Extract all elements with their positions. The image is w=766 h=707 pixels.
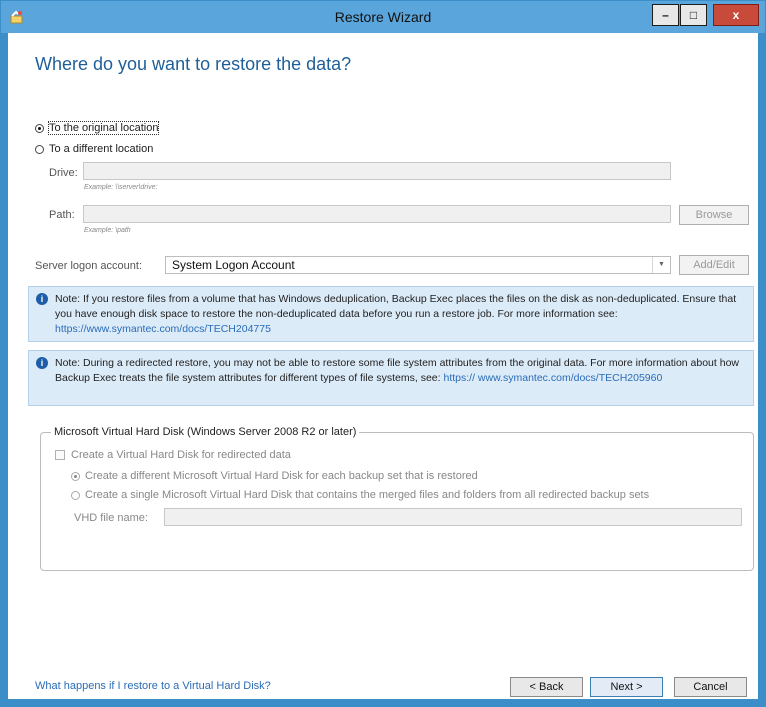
- dedup-note-link[interactable]: https://www.symantec.com/docs/TECH204775: [55, 323, 271, 335]
- create-vhd-label: Create a Virtual Hard Disk for redirecte…: [71, 449, 291, 461]
- minimize-button[interactable]: –: [652, 4, 679, 26]
- radio-original-location[interactable]: To the original location: [35, 121, 160, 135]
- radio-vhd-each-label: Create a different Microsoft Virtual Har…: [85, 470, 478, 482]
- radio-vhd-single[interactable]: Create a single Microsoft Virtual Hard D…: [71, 489, 649, 501]
- drive-input[interactable]: [83, 162, 671, 180]
- path-label: Path:: [49, 209, 75, 221]
- dedup-note: i Note: If you restore files from a volu…: [28, 286, 754, 342]
- page-title: Where do you want to restore the data?: [35, 54, 352, 74]
- next-button[interactable]: Next >: [590, 677, 663, 697]
- back-button[interactable]: < Back: [510, 677, 583, 697]
- create-vhd-checkbox[interactable]: Create a Virtual Hard Disk for redirecte…: [55, 449, 291, 461]
- window-title: Restore Wizard: [334, 9, 432, 25]
- restore-wizard-window: Restore Wizard – □ x Where do you want t…: [0, 0, 766, 707]
- radio-dot: [71, 490, 80, 500]
- cancel-button[interactable]: Cancel: [674, 677, 747, 697]
- maximize-button[interactable]: □: [680, 4, 707, 26]
- wizard-footer: What happens if I restore to a Virtual H…: [8, 661, 758, 699]
- checkbox-box: [55, 450, 65, 460]
- drive-label: Drive:: [49, 167, 78, 179]
- logon-account-value: System Logon Account: [172, 258, 295, 272]
- radio-dot-selected: [35, 123, 44, 133]
- title-bar[interactable]: Restore Wizard – □ x: [1, 1, 765, 33]
- radio-different-label: To a different location: [49, 143, 154, 155]
- redirect-note: i Note: During a redirected restore, you…: [28, 350, 754, 406]
- drive-example: Example: \\server\drive:: [84, 184, 158, 191]
- browse-button[interactable]: Browse: [679, 205, 749, 225]
- logon-account-label: Server logon account:: [35, 260, 143, 272]
- redirect-note-link[interactable]: https:// www.symantec.com/docs/TECH20596…: [443, 372, 662, 384]
- close-button[interactable]: x: [713, 4, 759, 26]
- add-edit-button[interactable]: Add/Edit: [679, 255, 749, 275]
- dedup-note-text: Note: If you restore files from a volume…: [55, 293, 737, 320]
- vhd-help-link[interactable]: What happens if I restore to a Virtual H…: [35, 680, 271, 692]
- radio-vhd-each[interactable]: Create a different Microsoft Virtual Har…: [71, 470, 478, 482]
- logon-account-select[interactable]: System Logon Account ▼: [165, 256, 671, 274]
- radio-original-label: To the original location: [47, 121, 160, 135]
- vhd-file-name-label: VHD file name:: [74, 512, 148, 524]
- path-input[interactable]: [83, 205, 671, 223]
- info-icon: i: [36, 293, 48, 305]
- wizard-content: Where do you want to restore the data? T…: [8, 33, 758, 699]
- info-icon: i: [36, 357, 48, 369]
- radio-different-location[interactable]: To a different location: [35, 143, 153, 155]
- vhd-group-title: Microsoft Virtual Hard Disk (Windows Ser…: [51, 426, 360, 438]
- vhd-file-name-input[interactable]: [164, 508, 742, 526]
- radio-dot-selected: [71, 471, 80, 481]
- radio-vhd-single-label: Create a single Microsoft Virtual Hard D…: [85, 489, 650, 501]
- chevron-down-icon[interactable]: ▼: [652, 257, 670, 273]
- path-example: Example: \path: [84, 227, 131, 234]
- radio-dot: [35, 144, 44, 154]
